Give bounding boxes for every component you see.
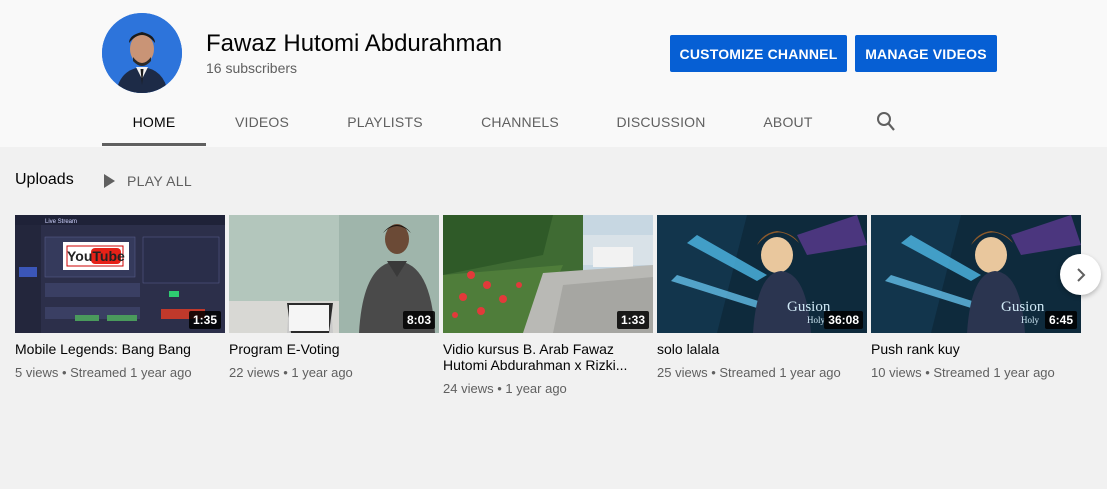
video-duration: 8:03 (402, 311, 435, 329)
video-duration: 1:33 (616, 311, 649, 329)
video-card[interactable]: Live Stream YouTube 1:35 Mobile Legends:… (15, 215, 225, 380)
video-thumbnail[interactable]: Live Stream YouTube 1:35 (15, 215, 225, 333)
video-duration: 1:35 (188, 311, 221, 329)
video-views: 10 views (871, 365, 922, 380)
video-age: 1 year ago (505, 381, 567, 396)
video-age: Streamed 1 year ago (70, 365, 192, 380)
play-all-button[interactable]: PLAY ALL (102, 171, 192, 191)
video-card[interactable]: Gusion Holy 6:45 Push rank kuy 10 views … (871, 215, 1081, 380)
uploads-title: Uploads (15, 171, 74, 188)
next-arrow-button[interactable] (1060, 254, 1101, 295)
video-duration: 6:45 (1044, 311, 1077, 329)
subscriber-count: 16 subscribers (206, 60, 298, 76)
video-views: 24 views (443, 381, 494, 396)
video-age: Streamed 1 year ago (933, 365, 1055, 380)
video-title[interactable]: Program E-Voting (229, 341, 439, 357)
tab-about[interactable]: ABOUT (734, 98, 842, 146)
video-views: 25 views (657, 365, 708, 380)
channel-header: Fawaz Hutomi Abdurahman 16 subscribers C… (0, 0, 1107, 147)
thumb-holy-text: Holy (1021, 315, 1040, 325)
video-meta: 24 views • 1 year ago (443, 381, 567, 396)
video-title[interactable]: Vidio kursus B. Arab Fawaz Hutomi Abdura… (443, 341, 653, 373)
video-thumbnail[interactable]: 1:33 (443, 215, 653, 333)
video-title[interactable]: Mobile Legends: Bang Bang (15, 341, 225, 357)
tab-playlists[interactable]: PLAYLISTS (318, 98, 452, 146)
video-age: 1 year ago (291, 365, 353, 380)
thumb-gusion-text: Gusion (1001, 299, 1045, 315)
video-meta: 25 views • Streamed 1 year ago (657, 365, 841, 380)
video-card[interactable]: 8:03 Program E-Voting 22 views • 1 year … (229, 215, 439, 380)
video-card[interactable]: 1:33 Vidio kursus B. Arab Fawaz Hutomi A… (443, 215, 653, 396)
video-duration: 36:08 (824, 311, 863, 329)
video-thumbnail[interactable]: 8:03 (229, 215, 439, 333)
tab-home[interactable]: HOME (102, 98, 206, 146)
play-all-label: PLAY ALL (127, 173, 192, 189)
video-title[interactable]: solo lalala (657, 341, 867, 357)
avatar[interactable] (102, 13, 182, 93)
search-icon[interactable] (876, 111, 896, 133)
video-thumbnail[interactable]: Gusion Holy 6:45 (871, 215, 1081, 333)
thumb-live-stream-text: Live Stream (45, 219, 77, 225)
tab-channels[interactable]: CHANNELS (452, 98, 588, 146)
chevron-right-icon (1076, 267, 1085, 282)
active-tab-indicator (102, 143, 206, 146)
avatar-image (102, 13, 182, 93)
customize-channel-button[interactable]: CUSTOMIZE CHANNEL (670, 35, 847, 72)
video-thumbnail[interactable]: Gusion Holy 36:08 (657, 215, 867, 333)
video-views: 5 views (15, 365, 59, 380)
video-meta: 5 views • Streamed 1 year ago (15, 365, 192, 380)
video-views: 22 views (229, 365, 280, 380)
video-age: Streamed 1 year ago (719, 365, 841, 380)
thumb-holy-text: Holy (807, 315, 826, 325)
tab-videos[interactable]: VIDEOS (206, 98, 318, 146)
video-title[interactable]: Push rank kuy (871, 341, 1081, 357)
thumb-youtube-logo: YouTube (67, 248, 125, 264)
tab-discussion[interactable]: DISCUSSION (588, 98, 734, 146)
video-card[interactable]: Gusion Holy 36:08 solo lalala 25 views •… (657, 215, 867, 380)
video-meta: 22 views • 1 year ago (229, 365, 353, 380)
play-icon (104, 174, 115, 188)
manage-videos-button[interactable]: MANAGE VIDEOS (855, 35, 997, 72)
video-meta: 10 views • Streamed 1 year ago (871, 365, 1055, 380)
channel-name: Fawaz Hutomi Abdurahman (206, 30, 503, 57)
